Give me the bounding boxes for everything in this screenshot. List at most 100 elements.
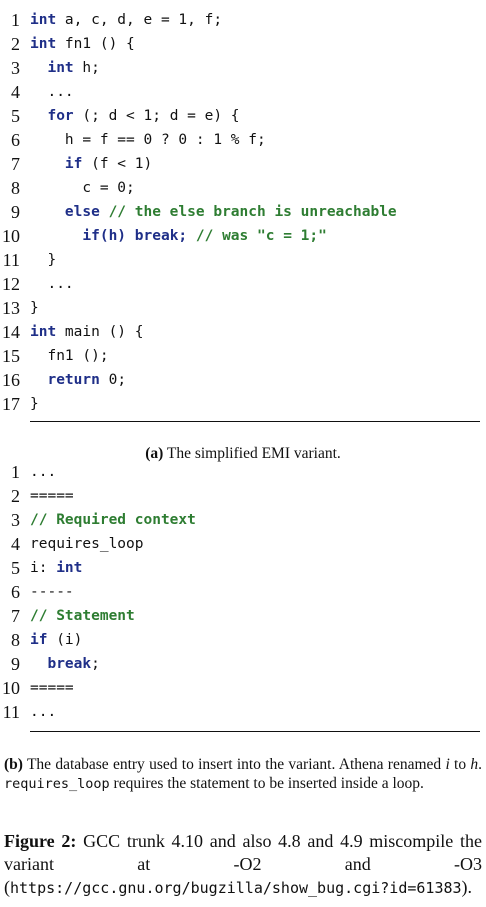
line-number: 14 [2, 322, 20, 342]
code-token: ... [30, 84, 74, 100]
code-keyword: if [64, 156, 83, 172]
code-keyword: int [30, 36, 57, 52]
code-token: a, c, d, e = 1, f; [56, 12, 223, 28]
listing-a-line: 5 for (; d < 1; d = e) { [0, 104, 486, 128]
listing-b-line: 6 ----- [0, 580, 486, 604]
code-text: else // the else branch is unreachable [30, 200, 397, 224]
listing-a-line: 1 int a, c, d, e = 1, f; [0, 8, 486, 32]
code-text: // Statement [30, 604, 135, 628]
line-number: 2 [11, 486, 20, 506]
line-number: 8 [11, 178, 20, 198]
code-token: ... [30, 276, 74, 292]
caption-b-text-4: requires the statement to be inserted in… [109, 775, 424, 792]
code-comment: // the else branch is unreachable [108, 204, 397, 220]
code-text: // Required context [30, 508, 196, 532]
line-number: 11 [2, 250, 20, 270]
line-number: 6 [11, 582, 20, 602]
code-token: h = f == 0 ? 0 : 1 % f; [30, 132, 266, 148]
line-number: 13 [2, 298, 20, 318]
listing-b-line: 1... [0, 460, 486, 484]
line-number: 1 [11, 462, 20, 482]
figure-label: Figure 2: [4, 831, 77, 851]
code-token: } [30, 252, 57, 268]
code-token: i: [30, 560, 57, 576]
code-text: break; [30, 652, 100, 676]
line-number: 2 [11, 34, 20, 54]
line-number: 15 [2, 346, 20, 366]
line-number: 17 [2, 394, 20, 414]
code-text: ===== [30, 484, 74, 508]
listing-a-line: 2 int fn1 () { [0, 32, 486, 56]
code-token: h; [73, 60, 100, 76]
code-token: (i) [47, 632, 83, 648]
code-text: } [30, 392, 39, 416]
code-token: ... [30, 704, 57, 720]
line-number: 9 [11, 202, 20, 222]
line-number: 9 [11, 654, 20, 674]
code-token: ... [30, 464, 57, 480]
code-token: fn1 (); [30, 348, 109, 364]
code-text: ... [30, 460, 56, 484]
listing-a-line: 16 return 0; [0, 368, 486, 392]
listing-b-line: 2 ===== [0, 484, 486, 508]
listing-b-line: 9 break; [0, 652, 486, 676]
code-token: ===== [30, 680, 74, 696]
code-text: i: int [30, 556, 82, 580]
listing-a-line: 11 } [0, 248, 486, 272]
line-number: 16 [2, 370, 20, 390]
divider-b [30, 731, 480, 732]
code-keyword: int [30, 12, 57, 28]
listing-a-line: 8 c = 0; [0, 176, 486, 200]
caption-b-label: (b) [4, 756, 23, 773]
listing-a-line: 6 h = f == 0 ? 0 : 1 % f; [0, 128, 486, 152]
line-number: 4 [11, 534, 20, 554]
code-text: for (; d < 1; d = e) { [30, 104, 240, 128]
code-keyword: break [47, 656, 92, 672]
caption-b-text-2: to [449, 756, 471, 773]
code-token: (; d < 1; d = e) { [73, 108, 240, 124]
code-keyword: else [64, 204, 100, 220]
line-number: 11 [2, 702, 20, 722]
code-text: h = f == 0 ? 0 : 1 % f; [30, 128, 266, 152]
line-number: 1 [11, 10, 20, 30]
code-text: ... [30, 700, 56, 724]
listing-a-line: 3 int h; [0, 56, 486, 80]
code-text: return 0; [30, 368, 126, 392]
code-text: } [30, 248, 56, 272]
code-listing-b: 1... 2 ===== 3// Required context 4 requires_… [0, 460, 486, 724]
bug-link[interactable]: https://gcc.gnu.org/bugzilla/show_bug.cg… [10, 879, 462, 897]
figure-caption: Figure 2: GCC trunk 4.10 and also 4.8 an… [4, 830, 482, 900]
code-token: ; [91, 656, 100, 672]
divider-a [30, 421, 480, 422]
listing-a-line: 4 ... [0, 80, 486, 104]
figure-tail: ). [461, 877, 473, 897]
caption-b-code: requires_loop [4, 776, 110, 792]
caption-b: (b) The database entry used to insert in… [4, 755, 482, 794]
line-number: 5 [11, 558, 20, 578]
line-number: 10 [2, 678, 20, 698]
code-token: 0; [99, 372, 127, 388]
listing-a-line: 14 int main () { [0, 320, 486, 344]
listing-a-line: 9 else // the else branch is unreachable [0, 200, 486, 224]
code-text: int fn1 () { [30, 32, 135, 56]
code-text: if (i) [30, 628, 82, 652]
code-keyword: int [47, 60, 74, 76]
listing-b-line: 3 // Required context [0, 508, 486, 532]
code-text: fn1 (); [30, 344, 109, 368]
code-keyword: int [30, 324, 57, 340]
line-number: 3 [11, 510, 20, 530]
code-token: ----- [30, 584, 74, 600]
line-number: 6 [11, 130, 20, 150]
line-number: 8 [11, 630, 20, 650]
code-token: (f < 1) [82, 156, 153, 172]
line-number: 5 [11, 106, 20, 126]
listing-b-line: 10 ===== [0, 676, 486, 700]
code-comment: // Statement [30, 608, 135, 624]
code-text: if(h) break; // was "c = 1;" [30, 224, 326, 248]
code-text: ... [30, 272, 74, 296]
